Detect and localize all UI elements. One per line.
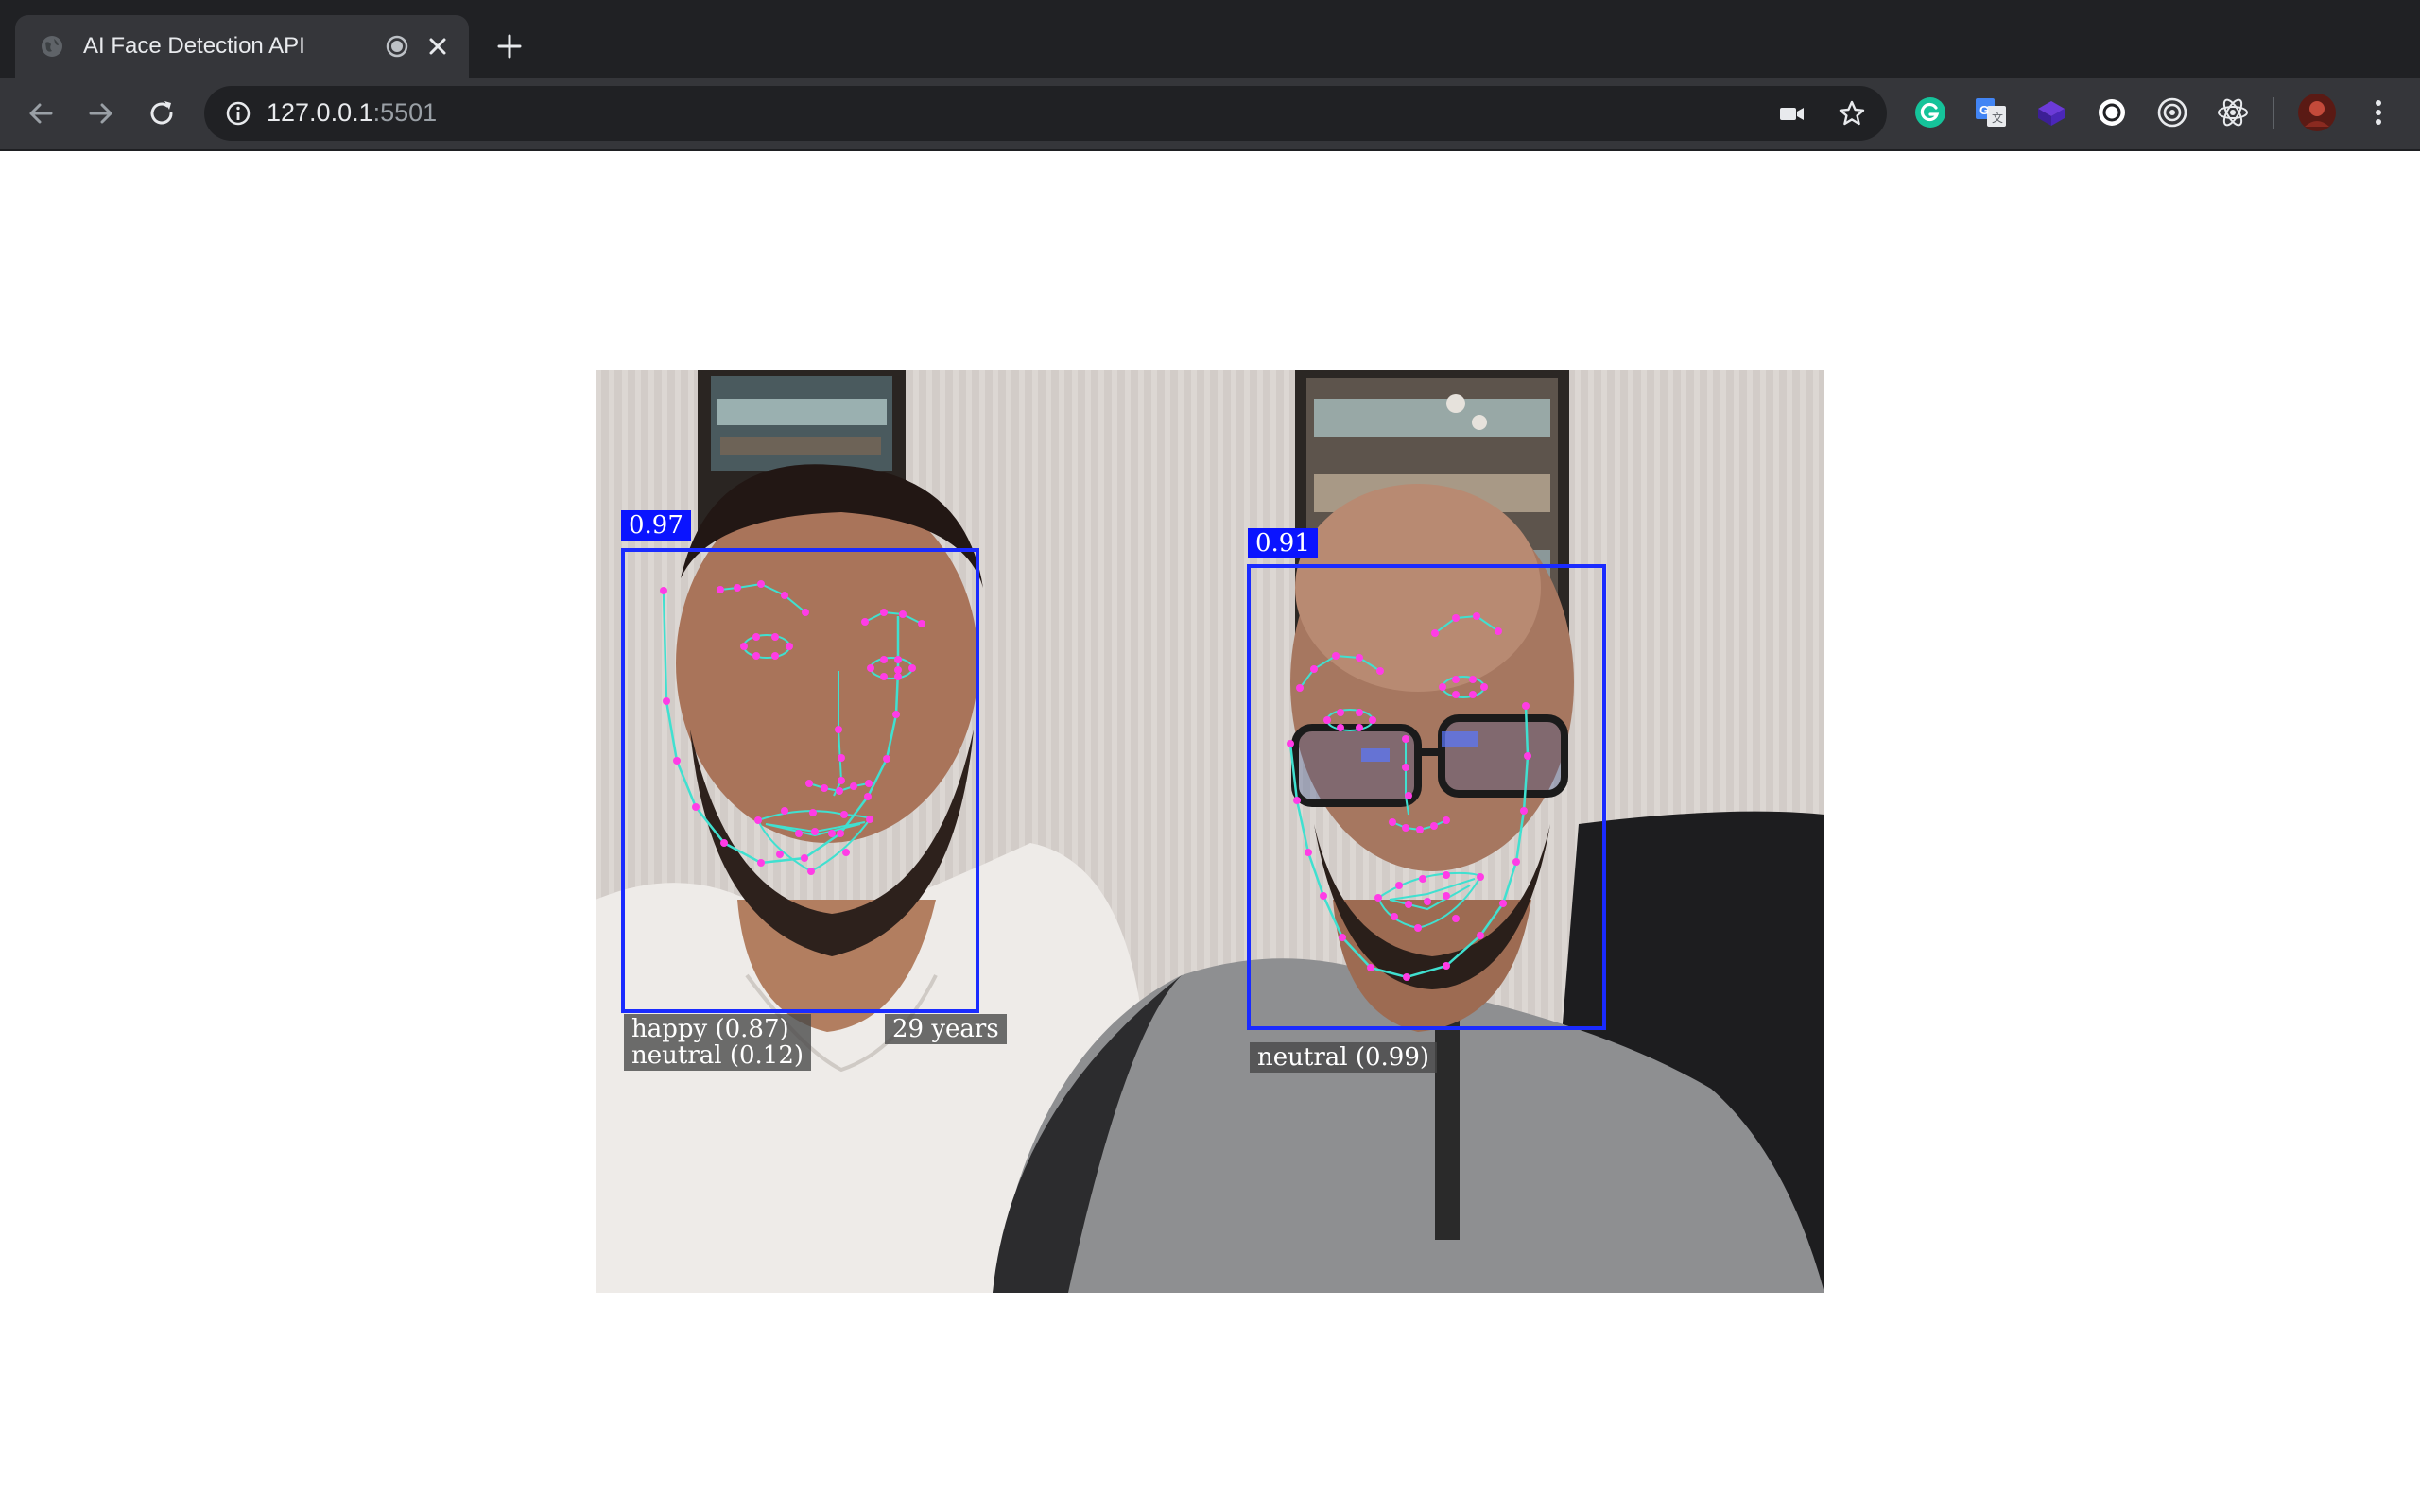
google-translate-icon[interactable]: G 文: [1974, 95, 2008, 129]
tab-strip: AI Face Detection API: [0, 0, 2420, 78]
browser-toolbar: 127.0.0.1:5501 G 文: [0, 78, 2420, 151]
audio-recording-icon[interactable]: [384, 33, 410, 60]
url-text: 127.0.0.1:5501: [267, 98, 437, 128]
tab-title: AI Face Detection API: [83, 33, 305, 59]
url-port: :5501: [372, 98, 438, 127]
face-score-label: 0.97: [621, 510, 691, 541]
face-score-label: 0.91: [1248, 528, 1318, 558]
url-host: 127.0.0.1: [267, 98, 373, 127]
expression-line: happy (0.87): [631, 1015, 789, 1043]
info-icon[interactable]: [225, 100, 251, 127]
kebab-menu-icon[interactable]: [2361, 95, 2395, 129]
target-icon[interactable]: [2155, 95, 2189, 129]
svg-text:文: 文: [1992, 111, 2003, 125]
plus-icon[interactable]: [495, 32, 524, 60]
expression-line: neutral (0.99): [1257, 1043, 1430, 1072]
profile-avatar-icon[interactable]: [2297, 93, 2337, 132]
photo-scene: [596, 370, 1824, 1293]
close-icon[interactable]: [425, 34, 450, 59]
globe-icon: [42, 36, 62, 57]
expression-line: neutral (0.12): [631, 1041, 804, 1070]
grammarly-icon[interactable]: [1913, 95, 1947, 129]
address-bar[interactable]: 127.0.0.1:5501: [204, 86, 1887, 141]
extension-cube-icon[interactable]: [2034, 95, 2068, 129]
back-arrow-icon[interactable]: [23, 95, 59, 131]
age-label: 29 years: [885, 1014, 1007, 1044]
extension-circle-icon[interactable]: [2095, 95, 2129, 129]
expression-label: neutral (0.99): [1250, 1042, 1438, 1073]
reload-icon[interactable]: [144, 95, 180, 131]
camera-icon[interactable]: [1777, 99, 1806, 128]
detection-canvas: 0.97 happy (0.87) neutral (0.12) 29 year…: [596, 370, 1824, 1293]
toolbar-separator: [2273, 97, 2274, 129]
expression-label: happy (0.87) neutral (0.12): [624, 1014, 812, 1071]
forward-arrow-icon[interactable]: [83, 95, 119, 131]
star-icon[interactable]: [1838, 99, 1866, 128]
react-devtools-icon[interactable]: [2216, 95, 2250, 129]
active-tab[interactable]: AI Face Detection API: [15, 15, 469, 78]
svg-text:G: G: [1979, 103, 1989, 117]
